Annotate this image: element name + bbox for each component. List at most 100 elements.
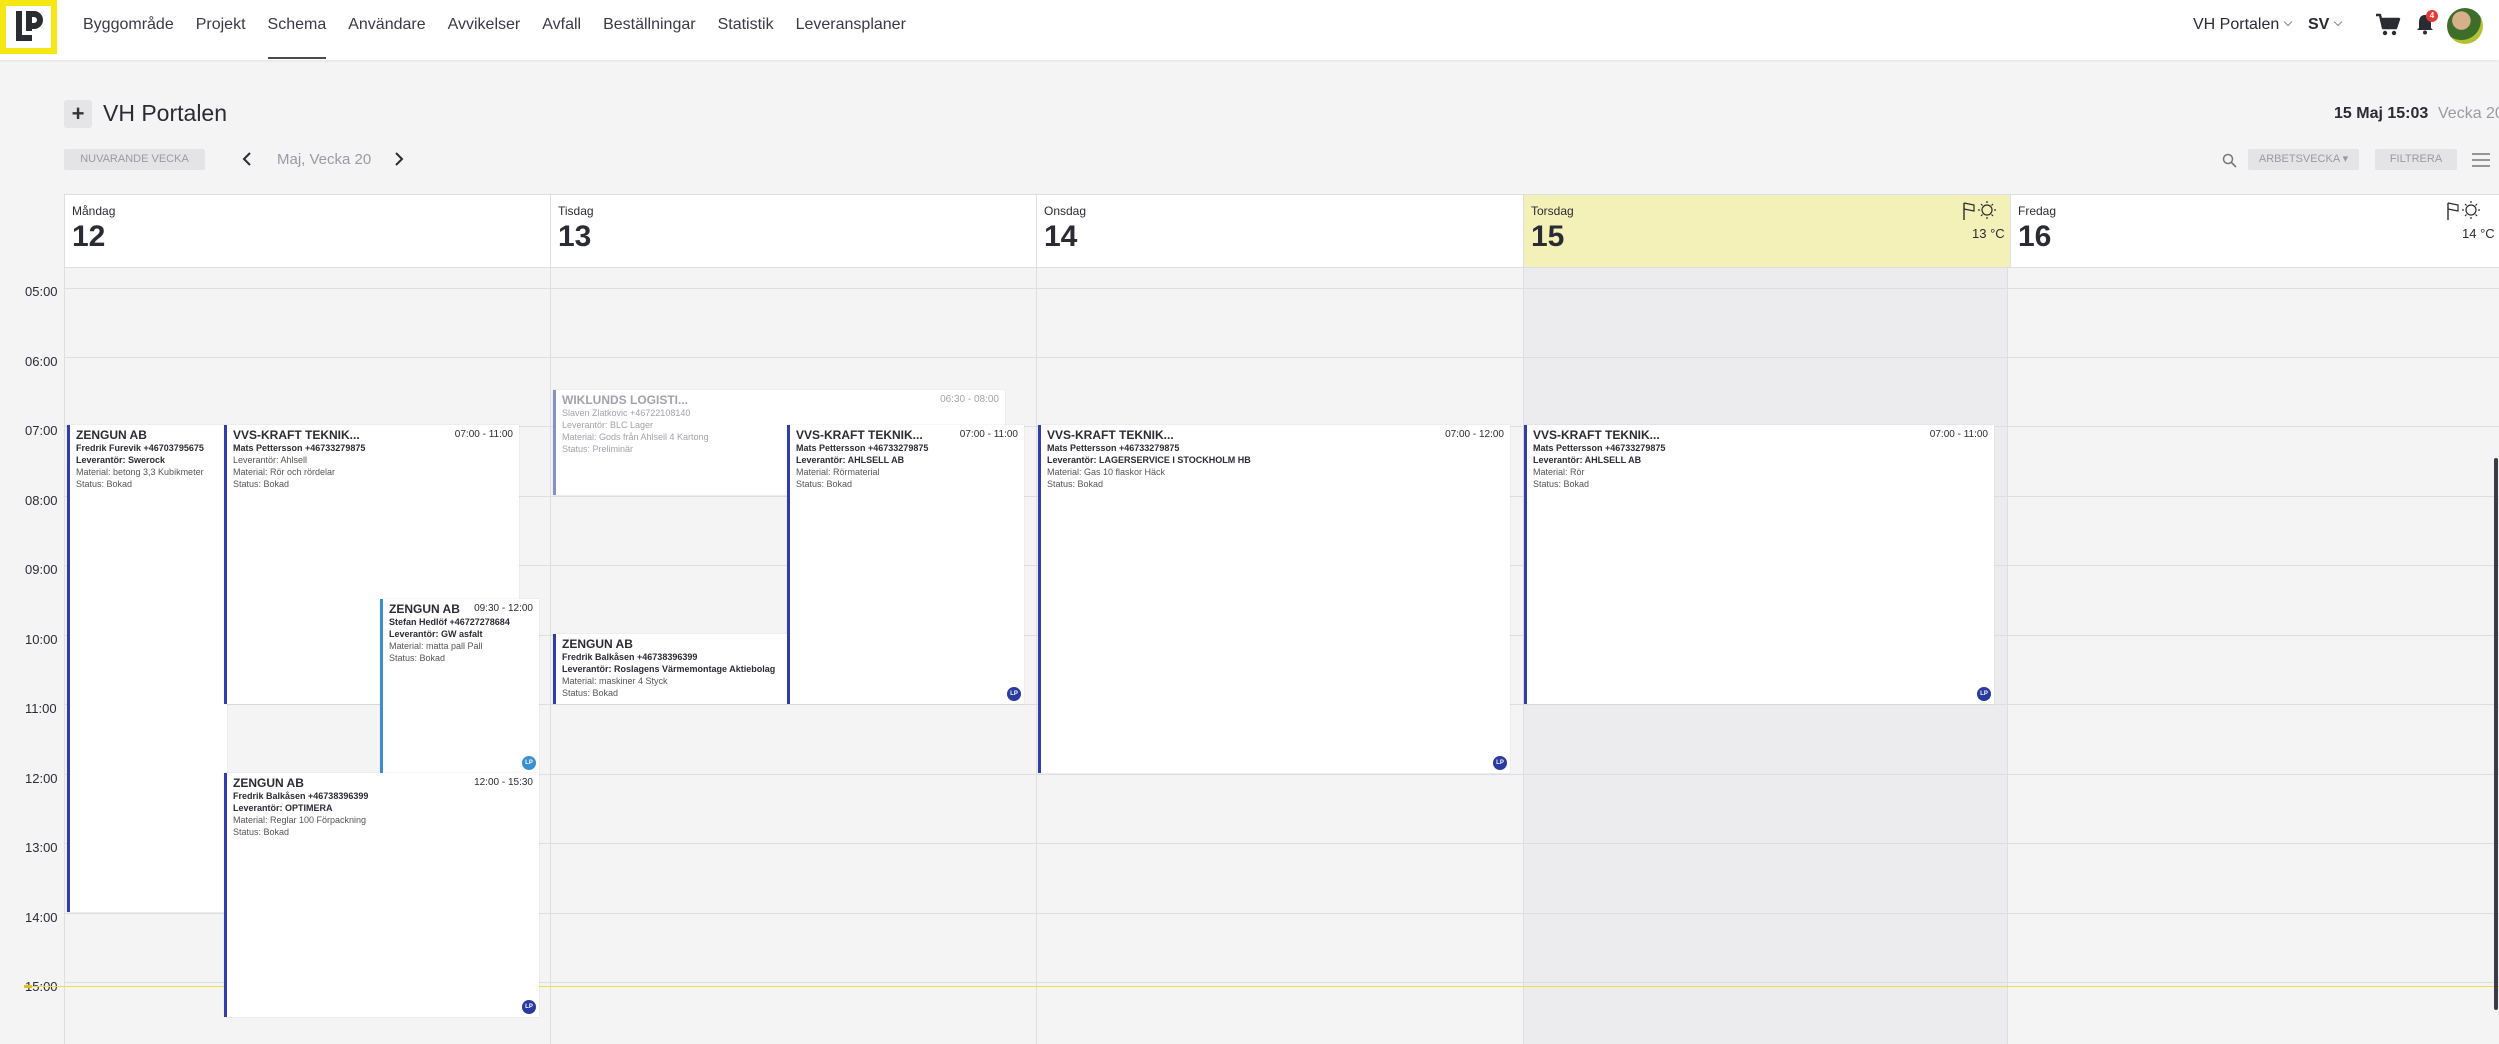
event-material: Material: Rör och rördelar: [233, 467, 336, 477]
time-label: 10:00: [25, 632, 58, 647]
lp-badge-icon: LP: [1007, 687, 1021, 701]
event-status: Status: Bokad: [76, 479, 133, 489]
language-select[interactable]: SV: [2308, 16, 2343, 34]
time-label: 06:00: [25, 354, 58, 369]
event-time: 12:00 - 15:30: [474, 777, 533, 788]
logo-mark: [6, 6, 51, 48]
time-label: 09:00: [25, 562, 58, 577]
weather-wind-sun-icon: [1963, 201, 1996, 220]
nav-item-schema[interactable]: Schema: [267, 16, 326, 59]
nav-item-leveransplaner[interactable]: Leveransplaner: [796, 16, 906, 34]
cart-icon[interactable]: [2375, 13, 2401, 37]
calendar-event[interactable]: ZENGUN AB Fredrik Furevik +46703795675 L…: [67, 425, 227, 912]
day-column-friday[interactable]: [2007, 268, 2499, 1044]
event-material: Material: Gas 10 flaskor Häck: [1047, 467, 1166, 477]
current-time-marker: [24, 985, 32, 988]
calendar-event[interactable]: VVS-KRAFT TEKNIK... 07:00 - 12:00 Mats P…: [1038, 425, 1510, 773]
page-title: VH Portalen: [103, 100, 228, 126]
event-material: Material: maskiner 4 Styck: [562, 676, 668, 686]
event-material: Material: Gods från Ahlsell 4 Kartong: [562, 432, 709, 442]
time-label: 05:00: [25, 284, 58, 299]
event-title: WIKLUNDS LOGISTI...: [562, 393, 688, 407]
logo[interactable]: [0, 0, 57, 54]
event-contact: Stefan Hedlöf +46727278684: [389, 617, 510, 627]
day-number: 16: [2018, 220, 2052, 253]
event-status: Status: Bokad: [233, 827, 290, 837]
week-calendar: Måndag 12 Tisdag 13 Onsdag 14 Torsdag 15: [0, 194, 2499, 1044]
nav-item-projekt[interactable]: Projekt: [196, 16, 246, 34]
time-label: 11:00: [25, 701, 57, 716]
day-number: 13: [558, 220, 592, 253]
event-supplier: Leverantör: Ahlsell: [233, 455, 308, 465]
lp-logo-icon: [15, 11, 43, 41]
event-status: Status: Bokad: [796, 479, 853, 489]
event-contact: Mats Pettersson +46733279875: [796, 443, 929, 453]
nav-item-statistik[interactable]: Statistik: [718, 16, 774, 34]
event-contact: Fredrik Furevik +46703795675: [76, 443, 204, 453]
event-supplier: Leverantör: LAGERSERVICE I STOCKHOLM HB: [1047, 455, 1251, 465]
next-week-button[interactable]: [394, 150, 404, 171]
calendar-event[interactable]: VVS-KRAFT TEKNIK... 07:00 - 11:00 Mats P…: [787, 425, 1024, 704]
current-week-button[interactable]: NUVARANDE VECKA: [64, 149, 205, 170]
current-week-label: Vecka 20: [2438, 105, 2499, 122]
workweek-dropdown[interactable]: ARBETSVECKA ▾: [2248, 149, 2359, 170]
event-supplier: Leverantör: AHLSELL AB: [796, 455, 905, 465]
event-time: 09:30 - 12:00: [474, 603, 533, 614]
event-supplier: Leverantör: BLC Lager: [562, 420, 654, 430]
event-supplier: Leverantör: Roslagens Värmemontage Aktie…: [562, 664, 776, 674]
event-material: Material: Rörmaterial: [796, 467, 880, 477]
weather-temperature: 13 °C: [1972, 226, 2005, 241]
day-name: Måndag: [72, 204, 116, 218]
day-name: Torsdag: [1531, 204, 1574, 218]
event-time: 06:30 - 08:00: [940, 394, 999, 405]
hour-line: [64, 288, 2499, 289]
event-title: VVS-KRAFT TEKNIK...: [233, 428, 360, 442]
calendar-event[interactable]: VVS-KRAFT TEKNIK... 07:00 - 11:00 Mats P…: [1524, 425, 1994, 704]
event-title: ZENGUN AB: [233, 776, 304, 790]
calendar-event[interactable]: ZENGUN AB 12:00 - 15:30 Fredrik Balkåsen…: [224, 773, 539, 1017]
add-button[interactable]: +: [64, 100, 92, 128]
event-supplier: Leverantör: Swerock: [76, 455, 166, 465]
event-material: Material: Reglar 100 Förpackning: [233, 815, 367, 825]
event-title: ZENGUN AB: [76, 428, 147, 442]
filter-button[interactable]: FILTRERA: [2375, 149, 2457, 170]
weather-wind-sun-icon: [2447, 201, 2480, 220]
search-icon[interactable]: [2222, 153, 2237, 168]
avatar[interactable]: [2447, 8, 2483, 44]
calendar-grid: 05:00 06:00 07:00 08:00 09:00 10:00 11:0…: [0, 268, 2499, 1044]
event-contact: Fredrik Balkåsen +46738396399: [562, 652, 698, 662]
app-root: Byggområde Projekt Schema Användare Avvi…: [0, 0, 2499, 1044]
event-time: 07:00 - 12:00: [1445, 429, 1504, 440]
event-material: Material: betong 3,3 Kubikmeter: [76, 467, 204, 477]
notification-count-badge: 4: [2426, 10, 2438, 22]
time-label: 12:00: [25, 771, 58, 786]
event-time: 07:00 - 11:00: [959, 429, 1018, 440]
scrollbar-thumb[interactable]: [2494, 458, 2498, 1010]
calendar-event[interactable]: ZENGUN AB 09:30 - 12:00 Stefan Hedlöf +4…: [380, 599, 539, 773]
event-title: VVS-KRAFT TEKNIK...: [796, 428, 923, 442]
time-label: 08:00: [25, 493, 58, 508]
portal-select[interactable]: VH Portalen: [2193, 16, 2293, 34]
nav-item-avfall[interactable]: Avfall: [542, 16, 581, 34]
event-title: ZENGUN AB: [562, 637, 633, 651]
nav-item-anvandare[interactable]: Användare: [348, 16, 425, 34]
list-view-icon[interactable]: [2471, 151, 2491, 169]
event-title: VVS-KRAFT TEKNIK...: [1047, 428, 1174, 442]
calendar-event[interactable]: ZENGUN AB Fredrik Balkåsen +46738396399 …: [553, 634, 787, 704]
day-header-friday: Fredag 16 14 °C: [2010, 194, 2499, 268]
event-status: Status: Bokad: [562, 688, 619, 698]
notifications-button[interactable]: 4: [2415, 10, 2438, 37]
day-number: 12: [72, 220, 106, 253]
event-supplier: Leverantör: AHLSELL AB: [1533, 455, 1642, 465]
nav-item-avvikelser[interactable]: Avvikelser: [448, 16, 521, 34]
event-material: Material: matta pall Pall: [389, 641, 483, 651]
portal-select-label: VH Portalen: [2193, 16, 2280, 33]
time-label: 14:00: [25, 910, 58, 925]
prev-week-button[interactable]: [242, 150, 252, 171]
event-status: Status: Bokad: [233, 479, 290, 489]
nav-item-bestallningar[interactable]: Beställningar: [603, 16, 696, 34]
lp-badge-icon: LP: [522, 1000, 536, 1014]
chevron-left-icon: [242, 152, 251, 166]
nav-item-byggomrade[interactable]: Byggområde: [83, 16, 174, 34]
weather-temperature: 14 °C: [2462, 226, 2495, 241]
